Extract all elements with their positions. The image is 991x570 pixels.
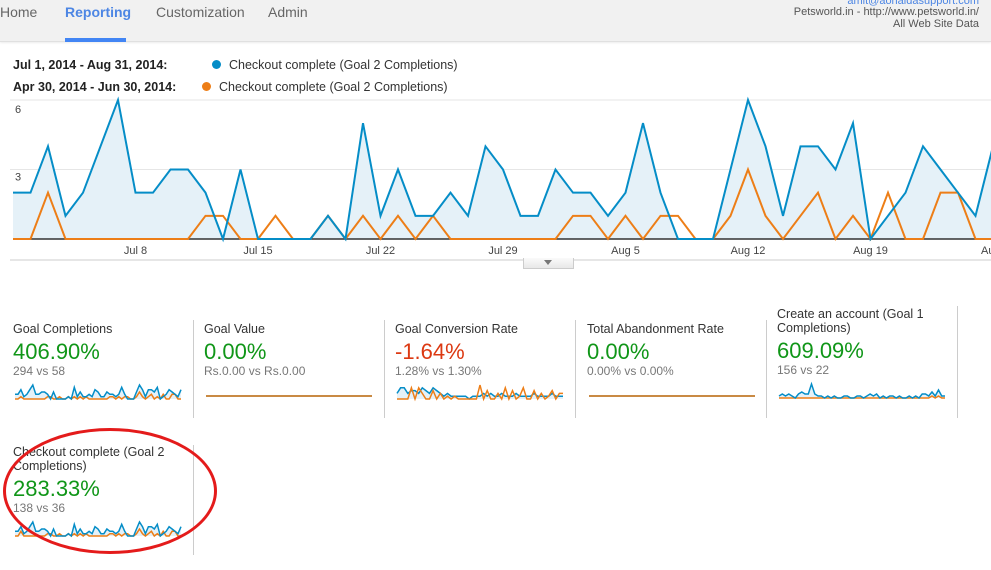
line-chart[interactable]: 3 6 Jul 8 Jul 15 Jul 22 Jul 29 Aug 5 Aug 12 Aug … bbox=[0, 95, 991, 265]
sparkline bbox=[206, 395, 372, 397]
scorecard-divider bbox=[957, 306, 958, 418]
scorecard-percent-change: 283.33% bbox=[13, 476, 100, 501]
legend-item-current: Jul 1, 2014 - Aug 31, 2014: Checkout comp… bbox=[13, 58, 458, 72]
scorecard-comparison: Rs.0.00 vs Rs.0.00 bbox=[204, 364, 306, 378]
scorecard[interactable]: Checkout complete (Goal 2 Completions) 28… bbox=[13, 445, 193, 539]
scorecard-divider bbox=[193, 445, 194, 555]
x-tick-label: Aug 5 bbox=[611, 245, 640, 257]
active-tab-indicator bbox=[65, 38, 126, 42]
scorecard-title: Goal Completions bbox=[13, 322, 113, 336]
scorecard-percent-change: 0.00% bbox=[204, 339, 267, 364]
y-tick-label: 6 bbox=[15, 104, 21, 116]
account-property: Petsworld.in - http://www.petsworld.in/ bbox=[793, 6, 979, 18]
legend-range-current: Jul 1, 2014 - Aug 31, 2014: bbox=[13, 58, 168, 72]
tab-reporting[interactable]: Reporting bbox=[65, 4, 131, 20]
x-tick-label: Jul 22 bbox=[366, 245, 395, 257]
x-tick-label: Aug 12 bbox=[731, 245, 766, 257]
scorecard-percent-change: 609.09% bbox=[777, 338, 864, 363]
sparkline bbox=[15, 383, 182, 401]
scorecard-divider bbox=[575, 320, 576, 418]
scorecard-title: Goal Value bbox=[204, 322, 265, 336]
scorecard-divider bbox=[384, 320, 385, 418]
scorecard-title: Total Abandonment Rate bbox=[587, 322, 724, 336]
sparkline bbox=[589, 395, 755, 397]
legend-label-previous: Checkout complete (Goal 2 Completions) bbox=[219, 80, 448, 94]
sparkline bbox=[396, 384, 563, 402]
scorecard[interactable]: Total Abandonment Rate 0.00% 0.00% vs 0.00… bbox=[587, 322, 767, 402]
legend-dot-orange-icon bbox=[202, 82, 211, 91]
scorecard[interactable]: Goal Completions 406.90% 294 vs 58 bbox=[13, 322, 193, 402]
scorecard-percent-change: 0.00% bbox=[587, 339, 650, 364]
sparkline bbox=[778, 381, 945, 399]
legend-label-current: Checkout complete (Goal 2 Completions) bbox=[229, 58, 458, 72]
x-tick-label: Au bbox=[981, 245, 991, 257]
scorecard[interactable]: Goal Conversion Rate -1.64% 1.28% vs 1.30% bbox=[395, 322, 575, 402]
scorecard-comparison: 1.28% vs 1.30% bbox=[395, 364, 482, 378]
scorecard-title: Checkout complete (Goal 2 Completions) bbox=[13, 445, 165, 473]
x-tick-label: Jul 29 bbox=[488, 245, 517, 257]
y-tick-label: 3 bbox=[15, 172, 21, 184]
account-selector[interactable]: amit@aonaidasupport.com Petsworld.in - h… bbox=[794, 0, 979, 30]
sparkline bbox=[15, 520, 182, 538]
x-tick-label: Jul 8 bbox=[124, 245, 147, 257]
tab-admin[interactable]: Admin bbox=[268, 4, 308, 20]
scorecard[interactable]: Create an account (Goal 1 Completions) 60… bbox=[777, 307, 957, 401]
tab-customization[interactable]: Customization bbox=[156, 4, 245, 20]
tab-home[interactable]: Home bbox=[0, 4, 37, 20]
triangle-down-icon bbox=[544, 260, 552, 265]
scorecard-percent-change: -1.64% bbox=[395, 339, 465, 364]
x-tick-label: Jul 15 bbox=[243, 245, 272, 257]
scorecard-comparison: 156 vs 22 bbox=[777, 363, 830, 377]
legend-dot-blue-icon bbox=[212, 60, 221, 69]
x-tick-label: Aug 19 bbox=[853, 245, 888, 257]
top-nav-bar: Home Reporting Customization Admin amit@… bbox=[0, 0, 991, 42]
scorecard-comparison: 0.00% vs 0.00% bbox=[587, 364, 674, 378]
account-view: All Web Site Data bbox=[892, 18, 979, 30]
collapse-chart-button[interactable] bbox=[523, 258, 574, 269]
legend-range-previous: Apr 30, 2014 - Jun 30, 2014: bbox=[13, 80, 177, 94]
scorecard-comparison: 138 vs 36 bbox=[13, 501, 66, 515]
scorecard-title: Create an account (Goal 1 Completions) bbox=[777, 307, 924, 335]
scorecard-comparison: 294 vs 58 bbox=[13, 364, 66, 378]
legend-item-previous: Apr 30, 2014 - Jun 30, 2014: Checkout com… bbox=[13, 80, 448, 94]
scorecard-title: Goal Conversion Rate bbox=[395, 322, 518, 336]
scorecard-percent-change: 406.90% bbox=[13, 339, 100, 364]
scorecard[interactable]: Goal Value 0.00% Rs.0.00 vs Rs.0.00 bbox=[204, 322, 384, 402]
scorecard-divider bbox=[193, 320, 194, 418]
